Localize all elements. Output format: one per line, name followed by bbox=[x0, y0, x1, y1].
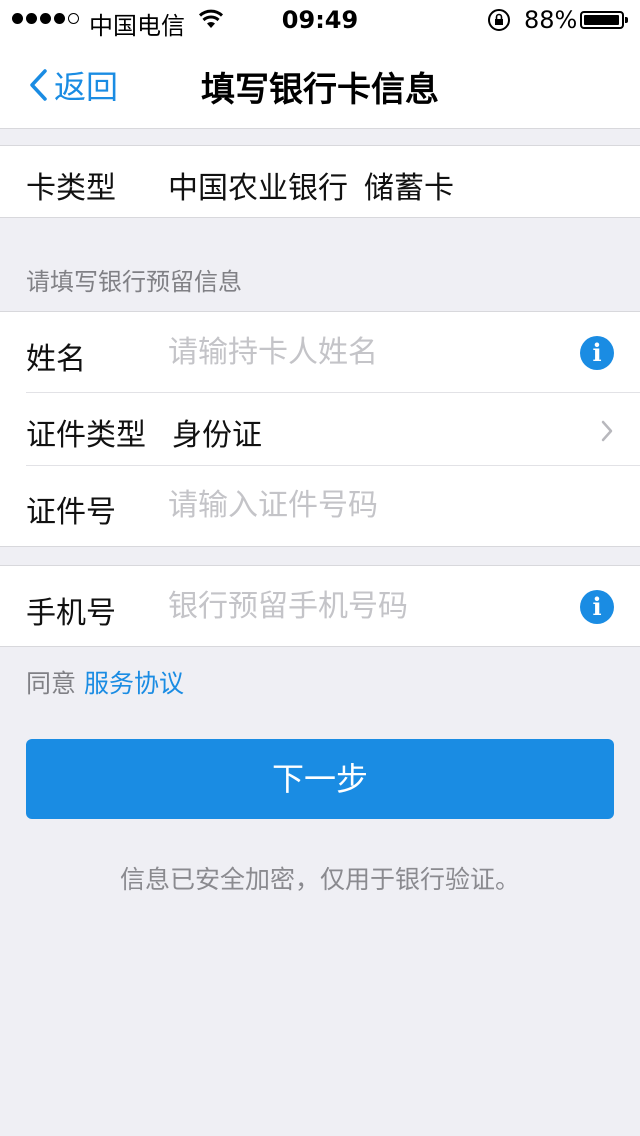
battery-icon bbox=[580, 11, 628, 29]
phone-label: 手机号 bbox=[26, 596, 116, 631]
card-type-label: 卡类型 bbox=[26, 171, 116, 206]
battery-percent: 88% bbox=[524, 6, 578, 34]
chevron-right-icon bbox=[601, 420, 613, 442]
phone-group: 手机号 i bbox=[0, 565, 640, 647]
phone-input[interactable] bbox=[168, 586, 558, 626]
card-bank-name: 中国农业银行 bbox=[168, 171, 348, 206]
id-type-label: 证件类型 bbox=[26, 418, 146, 453]
holder-info-group: 姓名 i 证件类型 身份证 证件号 bbox=[0, 311, 640, 547]
id-type-row[interactable]: 证件类型 身份证 bbox=[0, 392, 640, 465]
navigation-bar: 返回 填写银行卡信息 bbox=[0, 40, 640, 129]
info-icon[interactable]: i bbox=[580, 590, 614, 624]
name-input[interactable] bbox=[168, 332, 558, 372]
id-type-value: 身份证 bbox=[172, 418, 262, 453]
service-agreement-link[interactable]: 服务协议 bbox=[84, 669, 184, 698]
agreement-line: 同意 服务协议 bbox=[26, 664, 184, 700]
id-number-label: 证件号 bbox=[26, 495, 116, 530]
agreement-prefix: 同意 bbox=[26, 669, 77, 698]
id-number-row: 证件号 bbox=[0, 465, 640, 546]
next-step-button[interactable]: 下一步 bbox=[26, 739, 614, 819]
card-type-row: 卡类型 中国农业银行 储蓄卡 bbox=[0, 146, 640, 217]
info-icon[interactable]: i bbox=[580, 336, 614, 370]
card-type-group: 卡类型 中国农业银行 储蓄卡 bbox=[0, 145, 640, 218]
name-label: 姓名 bbox=[26, 342, 86, 377]
card-kind: 储蓄卡 bbox=[364, 171, 454, 206]
rotation-lock-icon bbox=[487, 8, 511, 36]
security-footnote: 信息已安全加密，仅用于银行验证。 bbox=[119, 865, 520, 894]
status-bar: 中国电信 09:49 88% bbox=[0, 0, 640, 40]
id-number-input[interactable] bbox=[168, 485, 558, 525]
name-row: 姓名 i bbox=[0, 312, 640, 392]
phone-row: 手机号 i bbox=[0, 566, 640, 646]
section-header: 请填写银行预留信息 bbox=[26, 268, 242, 296]
page-title: 填写银行卡信息 bbox=[201, 70, 439, 110]
